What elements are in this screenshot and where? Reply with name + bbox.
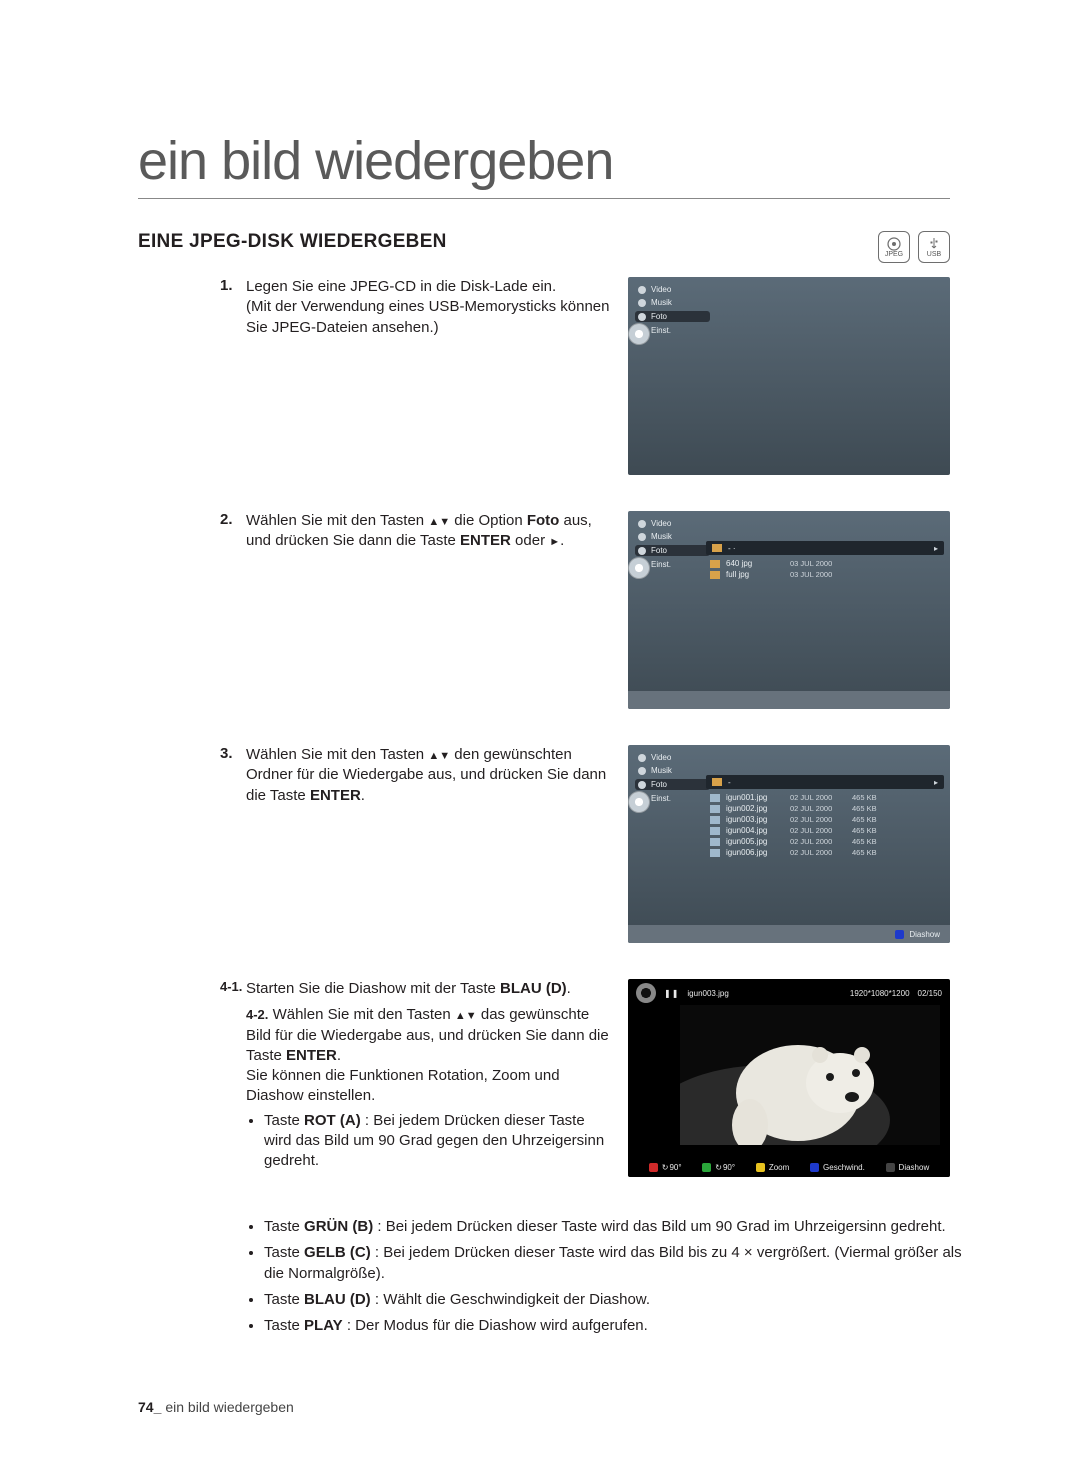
down-arrow-icon bbox=[439, 512, 450, 529]
format-badges: JPEG USB bbox=[878, 231, 950, 263]
step-number: 1. bbox=[220, 277, 246, 294]
step-4-2-text: 4-2. Wählen Sie mit den Tasten das gewün… bbox=[246, 1005, 614, 1106]
page-title: ein bild wiedergeben bbox=[138, 130, 950, 199]
step-number: 4-1. bbox=[220, 979, 246, 994]
red-button-icon bbox=[649, 1163, 658, 1172]
running-footer: 74_ein bild wiedergeben bbox=[138, 1399, 294, 1415]
play-button-icon bbox=[886, 1163, 895, 1172]
pause-icon: ❚❚ bbox=[664, 989, 679, 998]
disc-icon bbox=[636, 983, 656, 1003]
blue-button-icon bbox=[895, 930, 904, 939]
screenshot-4: ❚❚ igun003.jpg 1920*1080*1200 02/150 bbox=[628, 979, 950, 1177]
folder-icon bbox=[712, 544, 722, 552]
usb-badge: USB bbox=[918, 231, 950, 263]
right-arrow-icon bbox=[549, 532, 560, 549]
green-button-icon bbox=[702, 1163, 711, 1172]
screenshot-2: Video Musik Foto Einst. - ·▸ 640 jpg03 J… bbox=[628, 511, 950, 709]
section-header: EINE JPEG-DISK WIEDERGEBEN bbox=[138, 231, 878, 253]
blue-button-icon bbox=[810, 1163, 819, 1172]
screenshot-3: Video Musik Foto Einst. -▸ igun001.jpg02… bbox=[628, 745, 950, 943]
step-number: 3. bbox=[220, 745, 246, 762]
step-2-text: Wählen Sie mit den Tasten die Option Fot… bbox=[246, 511, 628, 552]
photo-icon bbox=[638, 313, 646, 321]
color-key-bullets: Taste ROT (A) : Bei jedem Drücken dieser… bbox=[246, 1111, 614, 1172]
screenshot-1: Video Musik Foto Einst. bbox=[628, 277, 950, 475]
color-key-bullets-cont: Taste GRÜN (B) : Bei jedem Drücken diese… bbox=[246, 1217, 976, 1336]
disc-icon bbox=[628, 323, 650, 345]
up-arrow-icon bbox=[428, 512, 439, 529]
step-4-1-text: Starten Sie die Diashow mit der Taste BL… bbox=[246, 979, 614, 999]
music-icon bbox=[638, 299, 646, 307]
jpeg-badge: JPEG bbox=[878, 231, 910, 263]
step-number: 2. bbox=[220, 511, 246, 528]
polar-bear-image bbox=[680, 1005, 940, 1145]
video-icon bbox=[638, 286, 646, 294]
image-icon bbox=[710, 794, 720, 802]
step-3-text: Wählen Sie mit den Tasten den gewünschte… bbox=[246, 745, 628, 806]
step-1-text: Legen Sie eine JPEG-CD in die Disk-Lade … bbox=[246, 277, 628, 338]
yellow-button-icon bbox=[756, 1163, 765, 1172]
